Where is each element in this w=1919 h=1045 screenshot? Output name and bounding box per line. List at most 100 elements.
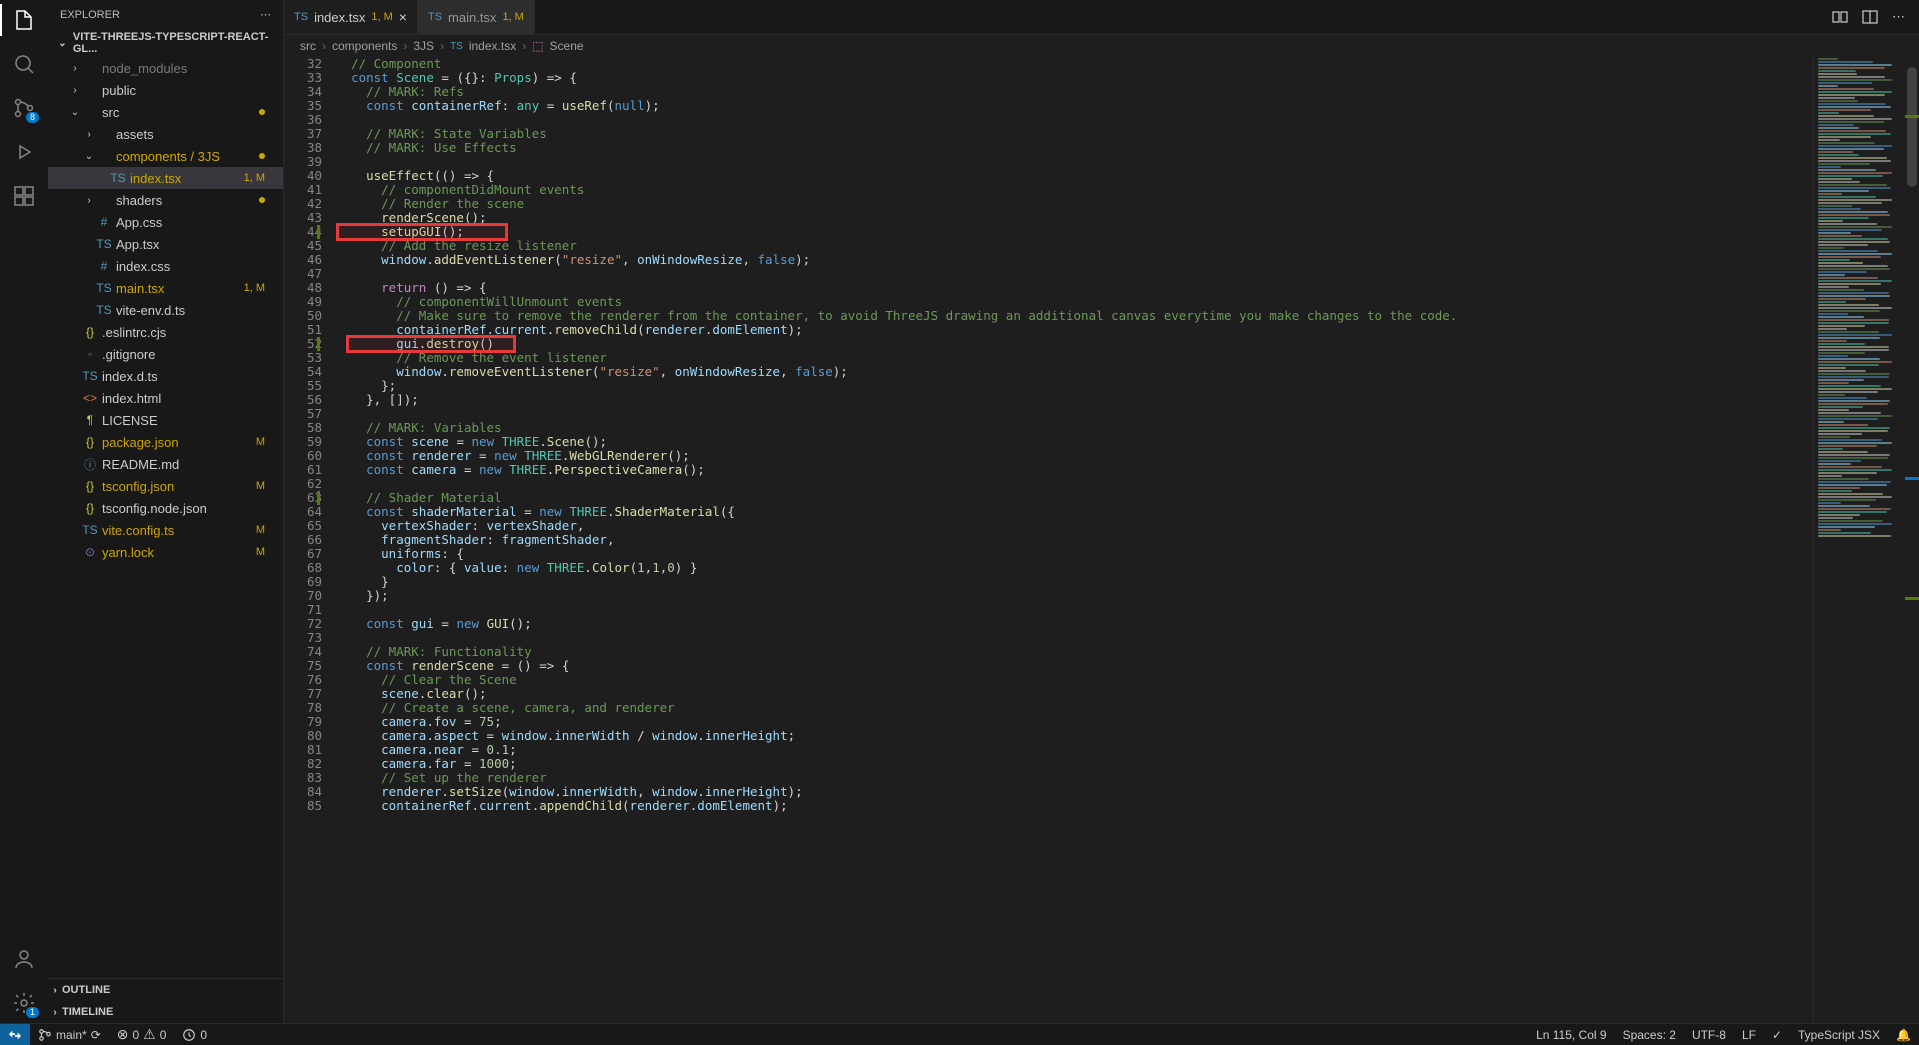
code-line[interactable]: containerRef.current.removeChild(rendere… (336, 323, 1919, 337)
code-line[interactable]: const containerRef: any = useRef(null); (336, 99, 1919, 113)
tree-item[interactable]: #App.css (48, 211, 283, 233)
tree-item[interactable]: {}tsconfig.jsonM (48, 475, 283, 497)
code-line[interactable]: color: { value: new THREE.Color(1,1,0) } (336, 561, 1919, 575)
code-line[interactable]: scene.clear(); (336, 687, 1919, 701)
tree-item[interactable]: TSindex.d.ts (48, 365, 283, 387)
breadcrumb-item[interactable]: 3JS (413, 39, 434, 53)
minimap[interactable] (1813, 57, 1901, 1023)
scrollbar-track[interactable] (1905, 57, 1919, 1023)
remote-button[interactable] (0, 1024, 30, 1045)
code-line[interactable]: const Scene = ({}: Props) => { (336, 71, 1919, 85)
code-line[interactable]: // componentWillUnmount events (336, 295, 1919, 309)
code-line[interactable]: // Render the scene (336, 197, 1919, 211)
notifications-icon[interactable]: 🔔 (1888, 1028, 1919, 1042)
account-icon[interactable] (12, 947, 36, 971)
branch-status[interactable]: main* ⟳ (30, 1028, 109, 1042)
tree-item[interactable]: ⓘREADME.md (48, 453, 283, 475)
linecol-status[interactable]: Ln 115, Col 9 (1528, 1028, 1615, 1042)
tree-item[interactable]: {}package.jsonM (48, 431, 283, 453)
code-line[interactable]: camera.near = 0.1; (336, 743, 1919, 757)
code-line[interactable]: window.removeEventListener("resize", onW… (336, 365, 1919, 379)
code-line[interactable]: // MARK: Functionality (336, 645, 1919, 659)
tree-item[interactable]: ›shaders (48, 189, 283, 211)
breadcrumb-item[interactable]: Scene (550, 39, 584, 53)
code-line[interactable] (336, 477, 1919, 491)
code-line[interactable]: const renderScene = () => { (336, 659, 1919, 673)
editor-tab[interactable]: TSmain.tsx1, M (418, 0, 535, 34)
code-line[interactable]: return () => { (336, 281, 1919, 295)
tree-item[interactable]: ›node_modules (48, 57, 283, 79)
tree-item[interactable]: <>index.html (48, 387, 283, 409)
breadcrumb-item[interactable]: src (300, 39, 316, 53)
settings-icon[interactable]: 1 (12, 991, 36, 1015)
code-line[interactable]: // Add the resize listener (336, 239, 1919, 253)
sidebar-more-icon[interactable]: ⋯ (260, 8, 271, 21)
code-line[interactable]: window.addEventListener("resize", onWind… (336, 253, 1919, 267)
ports-status[interactable]: 0 (174, 1028, 215, 1042)
tree-item[interactable]: TSApp.tsx (48, 233, 283, 255)
code-line[interactable]: containerRef.current.appendChild(rendere… (336, 799, 1919, 813)
code-line[interactable]: const scene = new THREE.Scene(); (336, 435, 1919, 449)
code-line[interactable]: renderer.setSize(window.innerWidth, wind… (336, 785, 1919, 799)
eol-status[interactable]: LF (1734, 1028, 1764, 1042)
code-line[interactable]: } (336, 575, 1919, 589)
tree-item[interactable]: ◦.gitignore (48, 343, 283, 365)
explorer-icon[interactable] (12, 8, 36, 32)
tree-item[interactable]: TSvite-env.d.ts (48, 299, 283, 321)
code-line[interactable] (336, 267, 1919, 281)
code-line[interactable]: }); (336, 589, 1919, 603)
tree-item[interactable]: ›public (48, 79, 283, 101)
debug-icon[interactable] (12, 140, 36, 164)
code-line[interactable]: // MARK: State Variables (336, 127, 1919, 141)
language-status[interactable]: TypeScript JSX (1790, 1028, 1888, 1042)
code-line[interactable]: vertexShader: vertexShader, (336, 519, 1919, 533)
code-line[interactable]: // MARK: Use Effects (336, 141, 1919, 155)
code-line[interactable] (336, 155, 1919, 169)
scrollbar-thumb[interactable] (1907, 67, 1917, 187)
code-line[interactable]: // MARK: Refs (336, 85, 1919, 99)
breadcrumb[interactable]: src›components›3JS›TSindex.tsx›⬚Scene (284, 35, 1919, 57)
code-line[interactable]: }, []); (336, 393, 1919, 407)
code-line[interactable]: // Create a scene, camera, and renderer (336, 701, 1919, 715)
code-line[interactable]: const gui = new GUI(); (336, 617, 1919, 631)
tree-item[interactable]: {}tsconfig.node.json (48, 497, 283, 519)
code-line[interactable]: const shaderMaterial = new THREE.ShaderM… (336, 505, 1919, 519)
code-line[interactable]: fragmentShader: fragmentShader, (336, 533, 1919, 547)
split-icon[interactable] (1862, 9, 1878, 25)
code-line[interactable]: }; (336, 379, 1919, 393)
tree-item[interactable]: ⌄src (48, 101, 283, 123)
outline-section[interactable]: › OUTLINE (48, 979, 283, 1001)
tree-item[interactable]: TSmain.tsx1, M (48, 277, 283, 299)
tree-item[interactable]: ¶LICENSE (48, 409, 283, 431)
code-content[interactable]: // Component const Scene = ({}: Props) =… (336, 57, 1919, 1023)
code-line[interactable]: // Clear the Scene (336, 673, 1919, 687)
prettier-status[interactable]: ✓ (1764, 1028, 1790, 1042)
code-line[interactable] (336, 603, 1919, 617)
project-section-header[interactable]: ⌄ VITE-THREEJS-TYPESCRIPT-REACT-GL... (48, 29, 283, 57)
search-icon[interactable] (12, 52, 36, 76)
more-icon[interactable]: ⋯ (1892, 9, 1905, 25)
timeline-section[interactable]: › TIMELINE (48, 1001, 283, 1023)
code-editor[interactable]: 3233343536373839404142434445464748495051… (284, 57, 1919, 1023)
code-line[interactable]: setupGUI(); (336, 225, 1919, 239)
code-line[interactable]: renderScene(); (336, 211, 1919, 225)
code-line[interactable]: // Make sure to remove the renderer from… (336, 309, 1919, 323)
code-line[interactable] (336, 407, 1919, 421)
code-line[interactable]: useEffect(() => { (336, 169, 1919, 183)
code-line[interactable]: camera.aspect = window.innerWidth / wind… (336, 729, 1919, 743)
code-line[interactable] (336, 113, 1919, 127)
tree-item[interactable]: ›assets (48, 123, 283, 145)
file-tree[interactable]: ›node_modules›public⌄src›assets⌄componen… (48, 57, 283, 978)
tree-item[interactable]: ⌄components / 3JS (48, 145, 283, 167)
problems-status[interactable]: ⊗0 ⚠0 (109, 1026, 175, 1043)
encoding-status[interactable]: UTF-8 (1684, 1028, 1734, 1042)
code-line[interactable]: uniforms: { (336, 547, 1919, 561)
tree-item[interactable]: {}.eslintrc.cjs (48, 321, 283, 343)
code-line[interactable]: camera.far = 1000; (336, 757, 1919, 771)
code-line[interactable]: // Remove the event listener (336, 351, 1919, 365)
code-line[interactable]: // componentDidMount events (336, 183, 1919, 197)
code-line[interactable] (336, 631, 1919, 645)
compare-icon[interactable] (1832, 9, 1848, 25)
code-line[interactable]: const renderer = new THREE.WebGLRenderer… (336, 449, 1919, 463)
code-line[interactable]: // Component (336, 57, 1919, 71)
